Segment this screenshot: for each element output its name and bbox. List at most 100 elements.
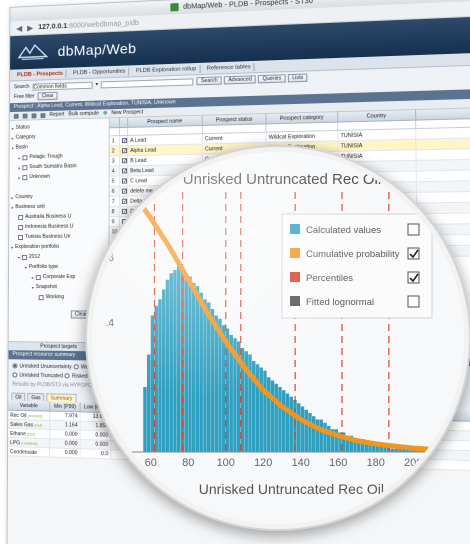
tree-node-label: 2012 [29, 254, 40, 260]
grid-column-header[interactable]: Prospect status [203, 114, 267, 125]
menu-item[interactable]: Reference tables [204, 62, 255, 72]
tree-node-label: Exploration portfolio [15, 244, 59, 250]
histogram-bar [305, 410, 308, 452]
refresh-icon[interactable] [14, 113, 19, 118]
tree-checkbox[interactable] [22, 165, 27, 170]
tree-checkbox[interactable] [18, 224, 23, 229]
variable-cell: Sales Gas (bcf) [8, 420, 50, 429]
variable-unit: (bcf) [33, 422, 42, 427]
variable-cell: Ethane (bcf) [8, 429, 50, 438]
expand-right-icon[interactable]: ▸ [18, 165, 20, 170]
grid-filter-cell[interactable] [120, 128, 128, 135]
export-icon[interactable] [32, 113, 37, 118]
expand-down-icon[interactable]: ▾ [25, 264, 27, 269]
weste-radio[interactable] [74, 364, 79, 369]
back-icon[interactable]: ◀ [16, 24, 22, 33]
tree-checkbox[interactable] [39, 295, 44, 300]
expand-down-icon[interactable]: ▾ [32, 285, 34, 290]
histogram-bar [301, 407, 304, 453]
tree-node-label: Corporate Exp [43, 274, 75, 280]
tree-checkbox[interactable] [22, 155, 27, 160]
variable-cell: Condensate [8, 447, 50, 456]
legend-swatch [290, 296, 300, 306]
expand-right-icon[interactable]: ▸ [18, 155, 20, 160]
histogram-bar [308, 413, 311, 452]
x-tick-label: 200 [404, 457, 422, 469]
expand-right-icon[interactable]: ▸ [32, 275, 34, 280]
search-button-search[interactable]: Search [197, 76, 222, 85]
untruncated-radio[interactable] [12, 363, 17, 368]
expand-down-icon[interactable]: ▾ [11, 205, 13, 210]
legend-checkbox[interactable] [408, 296, 419, 307]
histogram-bar [256, 364, 259, 452]
x-tick-label: 160 [329, 457, 347, 469]
variable-unit: (bcf) [26, 431, 35, 436]
x-tick-label: 120 [254, 457, 272, 469]
grid-column-header[interactable] [120, 118, 128, 127]
new-prospect-button[interactable]: New Prospect [111, 109, 143, 116]
report-button[interactable]: Report [49, 112, 64, 118]
tree-checkbox[interactable] [18, 234, 23, 239]
min-value: 0.000 [50, 448, 80, 457]
min-value: 7.974 [50, 412, 80, 421]
grid-column-header[interactable]: Prospect category [267, 112, 339, 123]
forward-icon[interactable]: ▶ [27, 23, 33, 32]
search-button-lists[interactable]: Lists [288, 74, 308, 83]
expand-right-icon[interactable]: ▸ [12, 135, 14, 140]
variable-name: LPG [10, 440, 20, 446]
histogram-bar [278, 387, 281, 452]
expand-right-icon[interactable]: ▸ [11, 195, 13, 200]
tree-checkbox[interactable] [36, 275, 41, 280]
grid-column-header[interactable]: Country [338, 110, 416, 122]
histogram-bar [297, 403, 300, 452]
expand-down-icon[interactable]: ▾ [11, 245, 13, 250]
tree-node-label: South Sumatra Basin [29, 163, 76, 170]
add-icon[interactable]: ⊕ [103, 110, 107, 116]
tree-checkbox[interactable] [22, 175, 27, 180]
search-button-advanced[interactable]: Advanced [224, 75, 256, 84]
tree-checkbox[interactable] [18, 215, 23, 220]
menu-item[interactable]: PLDB - Prospects [14, 69, 67, 79]
summary-column-header[interactable]: Variable [8, 401, 50, 411]
row-checkbox-cell[interactable] [120, 135, 128, 145]
expand-right-icon[interactable]: ▸ [12, 125, 14, 130]
tree-checkbox[interactable] [22, 254, 27, 259]
search-button-queries[interactable]: Queries [258, 74, 285, 83]
x-tick-label: 100 [217, 457, 235, 469]
legend-checkbox[interactable] [408, 224, 419, 235]
bulk-compute-button[interactable]: Bulk compute [68, 111, 99, 118]
histogram-bar [282, 390, 285, 452]
x-tick-label: 80 [182, 457, 194, 469]
legend-label: Fitted lognormal [306, 297, 374, 308]
search-input[interactable] [101, 78, 194, 88]
grid-column-header[interactable] [110, 118, 120, 127]
menu-item[interactable]: PLDB - Opportunities [70, 67, 130, 77]
truncated-radio[interactable] [12, 372, 17, 377]
summary-column-header[interactable]: Min (P99) [50, 401, 80, 411]
tree-node-label: Portfolio type [29, 264, 58, 270]
tree-clear-button[interactable]: Clear [71, 310, 91, 318]
field-select[interactable]: Common fields [32, 81, 92, 90]
grid-filter-cell[interactable] [110, 128, 120, 135]
app-title: dbMap/Web [58, 40, 137, 59]
row-checkbox[interactable] [122, 138, 127, 143]
menu-item[interactable]: PLDB Exploration rollup [133, 64, 201, 74]
tree-node-label: Indonesia Business U [25, 224, 73, 230]
min-value: 0.000 [50, 430, 80, 439]
url-text[interactable]: 127.0.0.1:8000/webdbmap_pldb [38, 19, 139, 30]
expand-down-icon[interactable]: ▾ [18, 254, 20, 259]
logo-icon [16, 41, 50, 64]
clear-search-button[interactable]: Clear [38, 92, 58, 101]
expand-down-icon[interactable]: ▾ [12, 145, 14, 150]
risked-radio[interactable] [65, 373, 70, 378]
filter-icon[interactable] [40, 113, 45, 118]
histogram-bar [211, 309, 214, 452]
grid-column-header[interactable]: Prospect name [128, 116, 203, 127]
histogram-bar [162, 290, 165, 453]
histogram-bar [316, 420, 319, 453]
copy-icon[interactable] [23, 113, 28, 118]
expand-right-icon[interactable]: ▸ [18, 175, 20, 180]
variable-name: Sales Gas [10, 422, 33, 429]
free-filter-label: Free filter [14, 94, 35, 101]
chevron-down-icon[interactable]: ▾ [95, 82, 98, 88]
